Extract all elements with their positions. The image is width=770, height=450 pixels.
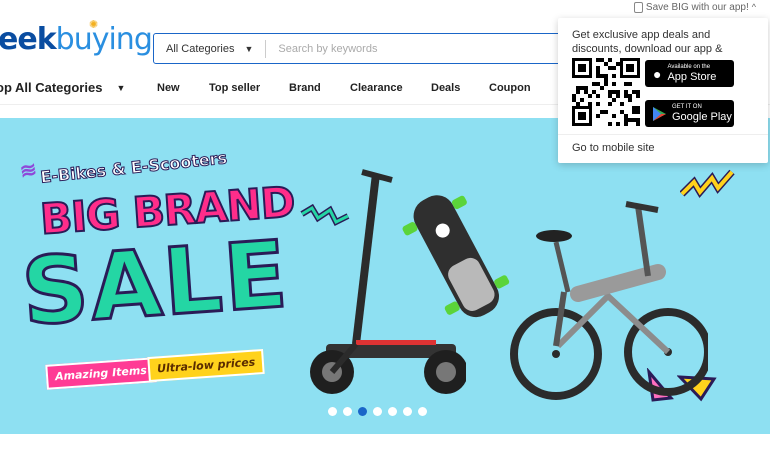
carousel-dot[interactable] — [358, 407, 367, 416]
search-bar: All Categories ▼ — [153, 33, 573, 64]
app-store-button[interactable]: ● Available on the App Store — [645, 60, 734, 87]
all-categories-label: op All Categories — [0, 80, 103, 95]
app-promo-link[interactable]: Save BIG with our app! ^ — [633, 0, 756, 14]
nav-link-brand[interactable]: Brand — [289, 82, 321, 94]
caret-down-icon: ▼ — [244, 43, 254, 54]
top-strip: Save BIG with our app! ^ — [0, 0, 770, 17]
carousel-dot[interactable] — [388, 407, 397, 416]
carousel-dot[interactable] — [343, 407, 352, 416]
banner-sale: SALE — [17, 219, 294, 347]
logo-text-light: buying — [55, 22, 153, 57]
category-select[interactable]: All Categories ▼ — [154, 39, 267, 58]
app-download-popover: Get exclusive app deals and discounts, d… — [558, 18, 768, 163]
google-play-button[interactable]: GET IT ON Google Play — [645, 100, 734, 127]
tag-ultra-low-prices: Ultra-low prices — [147, 348, 266, 383]
phone-icon — [633, 1, 643, 13]
banner-subtitle: E-Bikes & E-Scooters — [39, 148, 228, 187]
mobile-site-link[interactable]: Go to mobile site — [572, 142, 655, 154]
logo-sun-icon: ✺ — [89, 18, 98, 31]
caret-down-icon: ▼ — [116, 82, 126, 93]
category-select-label: All Categories — [166, 42, 235, 55]
carousel-dot[interactable] — [373, 407, 382, 416]
tag-amazing-items: Amazing Items — [45, 357, 157, 390]
app-store-big: App Store — [667, 71, 717, 83]
all-categories-menu[interactable]: op All Categories ▼ — [0, 80, 125, 95]
carousel-dot[interactable] — [403, 407, 412, 416]
carousel-dots — [328, 407, 427, 416]
qr-code-image — [572, 58, 640, 126]
e-skateboard-image — [402, 195, 510, 318]
search-input[interactable] — [266, 42, 507, 55]
chevron-up-icon: ^ — [751, 2, 756, 12]
app-promo-text: Save BIG with our app! — [645, 1, 749, 13]
hero-banner[interactable]: ≋ E-Bikes & E-Scooters BIG BRAND SALE Am… — [0, 118, 770, 434]
folding-e-bike-image — [510, 201, 708, 400]
carousel-dot[interactable] — [328, 407, 337, 416]
google-play-big: Google Play — [672, 111, 732, 123]
google-play-small: GET IT ON — [672, 104, 702, 110]
logo-text-dark: eek — [0, 22, 57, 57]
nav-link-top-seller[interactable]: Top seller — [209, 82, 260, 94]
carousel-dot[interactable] — [418, 407, 427, 416]
nav-link-deals[interactable]: Deals — [431, 82, 460, 94]
nav-link-coupon[interactable]: Coupon — [489, 82, 531, 94]
site-logo[interactable]: eekbuying ✺ — [0, 18, 153, 57]
popover-divider — [558, 134, 768, 135]
google-play-icon — [653, 106, 666, 121]
nav-link-new[interactable]: New — [157, 82, 180, 94]
squiggle-icon: ≋ — [18, 158, 39, 184]
apple-icon: ● — [653, 65, 662, 82]
nav-link-clearance[interactable]: Clearance — [350, 82, 403, 94]
app-store-small: Available on the — [667, 64, 711, 70]
